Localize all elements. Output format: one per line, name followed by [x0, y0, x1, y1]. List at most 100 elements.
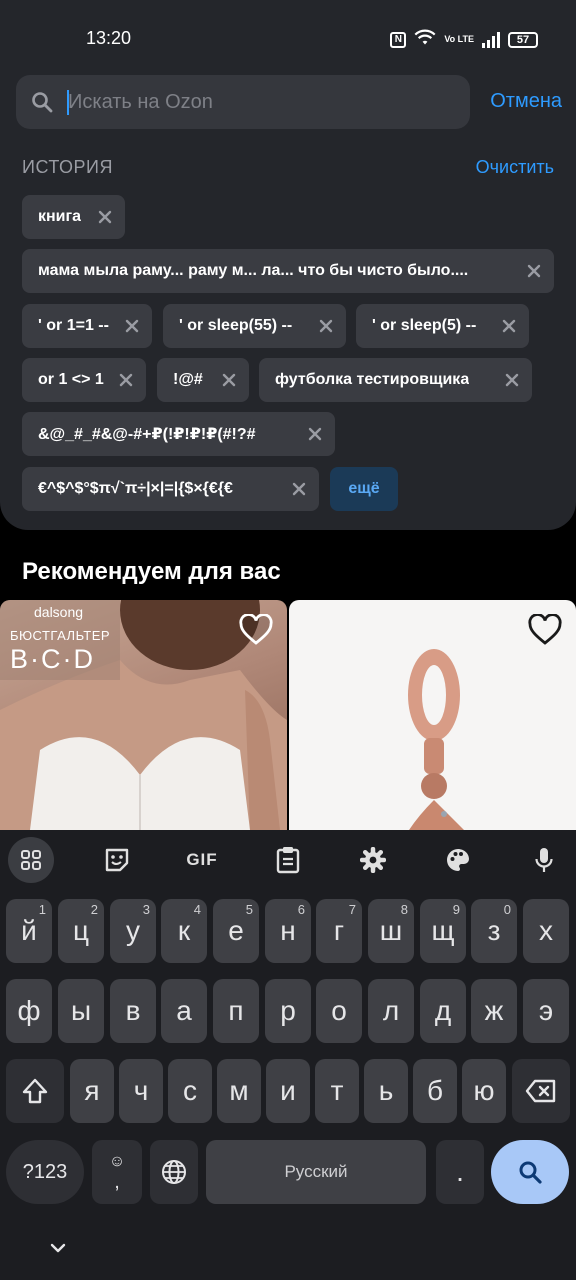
settings-gear-icon[interactable]: [350, 837, 396, 883]
key-label: о: [331, 995, 347, 1026]
history-chip[interactable]: книга: [22, 195, 125, 239]
history-chip[interactable]: €^$^$°$π√`π÷|×|=|{$×{€{€: [22, 467, 319, 511]
key-к[interactable]: к4: [161, 899, 207, 963]
key-е[interactable]: е5: [213, 899, 259, 963]
backspace-key[interactable]: [512, 1059, 570, 1123]
key-р[interactable]: р: [265, 979, 311, 1043]
volte-icon: Vo LTE: [444, 34, 474, 44]
more-history-button[interactable]: ещё: [330, 467, 398, 511]
history-chip-label: &@_#_#&@-#+₽(!₽!₽!₽(#!?#: [38, 426, 256, 443]
product-card[interactable]: [289, 600, 576, 830]
shift-arrow-icon: [22, 1078, 48, 1104]
remove-chip-icon[interactable]: [221, 372, 237, 388]
key-ж[interactable]: ж: [471, 979, 517, 1043]
key-label: й: [21, 915, 37, 946]
history-chip-label: !@#: [173, 371, 203, 388]
remove-chip-icon[interactable]: [291, 481, 307, 497]
history-chip[interactable]: &@_#_#&@-#+₽(!₽!₽!₽(#!?#: [22, 412, 335, 456]
apps-grid-icon[interactable]: [8, 837, 54, 883]
key-х[interactable]: х: [523, 899, 569, 963]
key-и[interactable]: и: [266, 1059, 310, 1123]
key-щ[interactable]: щ9: [420, 899, 466, 963]
key-м[interactable]: м: [217, 1059, 261, 1123]
key-label: Русский: [284, 1162, 348, 1181]
key-label: ж: [484, 995, 504, 1026]
key-о[interactable]: о: [316, 979, 362, 1043]
search-input[interactable]: [68, 85, 448, 119]
key-ь[interactable]: ь: [364, 1059, 408, 1123]
search-icon: [32, 92, 53, 113]
period-key[interactable]: .: [436, 1140, 484, 1204]
key-п[interactable]: п: [213, 979, 259, 1043]
key-label: и: [280, 1075, 296, 1106]
clipboard-icon[interactable]: [265, 837, 311, 883]
key-т[interactable]: т: [315, 1059, 359, 1123]
history-chip[interactable]: !@#: [157, 358, 249, 402]
wifi-icon: [414, 28, 436, 51]
key-ф[interactable]: ф: [6, 979, 52, 1043]
favorite-heart-icon[interactable]: [528, 614, 562, 646]
key-н[interactable]: н6: [265, 899, 311, 963]
key-а[interactable]: а: [161, 979, 207, 1043]
remove-chip-icon[interactable]: [307, 426, 323, 442]
remove-chip-icon[interactable]: [526, 263, 542, 279]
history-chip[interactable]: or 1 <> 1: [22, 358, 146, 402]
comma-emoji-key[interactable]: ☺ ,: [92, 1140, 142, 1204]
key-с[interactable]: с: [168, 1059, 212, 1123]
key-ц[interactable]: ц2: [58, 899, 104, 963]
microphone-icon[interactable]: [521, 837, 567, 883]
theme-palette-icon[interactable]: [435, 837, 481, 883]
key-ш[interactable]: ш8: [368, 899, 414, 963]
key-л[interactable]: л: [368, 979, 414, 1043]
history-chip[interactable]: мама мыла раму... раму м... ла... что бы…: [22, 249, 554, 293]
key-й[interactable]: й1: [6, 899, 52, 963]
badge-sizes: B·C·D: [10, 644, 95, 674]
shift-key[interactable]: [6, 1059, 64, 1123]
key-з[interactable]: з0: [471, 899, 517, 963]
sticker-icon[interactable]: [94, 837, 140, 883]
key-ю[interactable]: ю: [462, 1059, 506, 1123]
language-globe-key[interactable]: [150, 1140, 198, 1204]
space-key[interactable]: Русский: [206, 1140, 426, 1204]
search-action-key[interactable]: [491, 1140, 569, 1204]
search-box[interactable]: [16, 75, 470, 129]
history-chip[interactable]: ' or sleep(5) --: [356, 304, 529, 348]
product-card[interactable]: dalsong БЮСТГАЛЬТЕР B·C·D: [0, 600, 287, 830]
key-г[interactable]: г7: [316, 899, 362, 963]
symbols-mode-key[interactable]: ?123: [6, 1140, 84, 1204]
favorite-heart-icon[interactable]: [239, 614, 273, 646]
key-я[interactable]: я: [70, 1059, 114, 1123]
key-label: м: [229, 1075, 249, 1106]
key-б[interactable]: б: [413, 1059, 457, 1123]
key-у[interactable]: у3: [110, 899, 156, 963]
key-в[interactable]: в: [110, 979, 156, 1043]
gif-button[interactable]: GIF: [179, 837, 225, 883]
remove-chip-icon[interactable]: [504, 372, 520, 388]
remove-chip-icon[interactable]: [318, 318, 334, 334]
key-ч[interactable]: ч: [119, 1059, 163, 1123]
history-header: ИСТОРИЯ Очистить: [22, 157, 556, 181]
remove-chip-icon[interactable]: [118, 372, 134, 388]
key-hint: 0: [503, 902, 511, 917]
chevron-down-icon[interactable]: [48, 1238, 68, 1258]
recommendations-title: Рекомендуем для вас: [22, 558, 281, 585]
key-hint: 2: [90, 902, 98, 917]
history-chip-label: ' or sleep(55) --: [179, 317, 293, 334]
key-ы[interactable]: ы: [58, 979, 104, 1043]
history-chip-label: мама мыла раму... раму м... ла... что бы…: [38, 262, 469, 279]
history-chip[interactable]: ' or 1=1 --: [22, 304, 152, 348]
clear-history-button[interactable]: Очистить: [476, 157, 554, 178]
status-icons: N Vo LTE 57: [390, 28, 538, 51]
key-hint: 5: [245, 902, 253, 917]
key-label: э: [538, 995, 554, 1026]
history-chip-label: книга: [38, 208, 82, 225]
key-д[interactable]: д: [420, 979, 466, 1043]
history-chip[interactable]: футболка тестировщика: [259, 358, 532, 402]
on-screen-keyboard: GIF й1 ц2 у3 к4 е5 н6 г7 ш8 щ9 з0 х ф ы …: [0, 830, 576, 1280]
key-э[interactable]: э: [523, 979, 569, 1043]
remove-chip-icon[interactable]: [124, 318, 140, 334]
remove-chip-icon[interactable]: [97, 209, 113, 225]
cancel-button[interactable]: Отмена: [490, 90, 562, 113]
history-chip[interactable]: ' or sleep(55) --: [163, 304, 346, 348]
remove-chip-icon[interactable]: [501, 318, 517, 334]
